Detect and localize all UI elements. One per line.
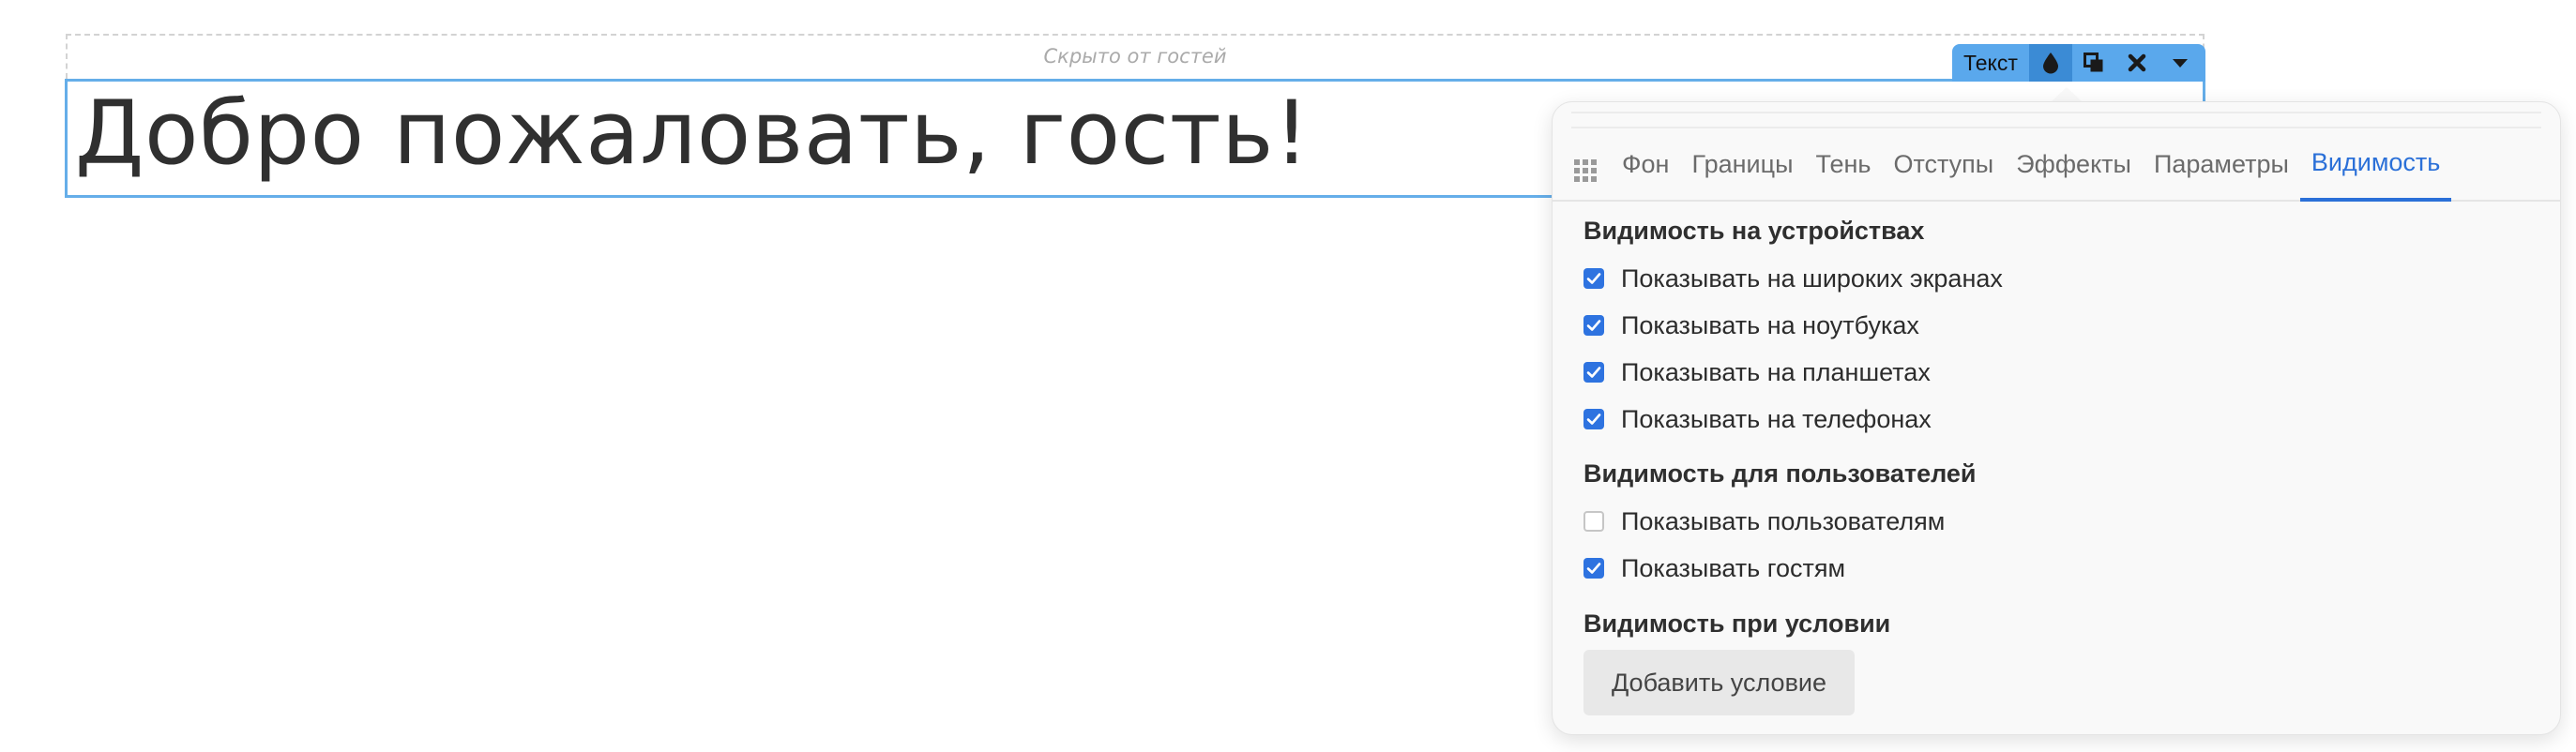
checkbox-show-guests[interactable]: [1583, 558, 1604, 579]
checkbox-laptops[interactable]: [1583, 315, 1604, 336]
delete-button[interactable]: [2115, 44, 2159, 82]
more-button[interactable]: [2159, 44, 2202, 82]
users-visibility-title: Видимость для пользователей: [1583, 459, 1977, 488]
panel-pointer: [2051, 87, 2083, 102]
checkbox-show-users[interactable]: [1583, 511, 1604, 532]
option-label: Показывать гостям: [1621, 553, 1846, 582]
option-wide-screens[interactable]: Показывать на широких экранах: [1583, 263, 2003, 294]
tab-background[interactable]: Фон: [1611, 149, 1680, 200]
grid-icon[interactable]: [1573, 158, 1598, 183]
option-label: Показывать на широких экранах: [1621, 263, 2003, 293]
hidden-from-guests-zone: Скрыто от гостей: [66, 34, 2205, 79]
close-icon: [2128, 53, 2146, 72]
tab-borders[interactable]: Границы: [1680, 149, 1804, 200]
checkbox-phones[interactable]: [1583, 409, 1604, 429]
checkbox-wide-screens[interactable]: [1583, 268, 1604, 289]
option-label: Показывать на планшетах: [1621, 357, 1931, 386]
block-type-label[interactable]: Текст: [1952, 44, 2029, 82]
option-label: Показывать на ноутбуках: [1621, 310, 1919, 339]
checkbox-tablets[interactable]: [1583, 362, 1604, 383]
tab-spacing[interactable]: Отступы: [1882, 149, 2005, 200]
tab-shadow[interactable]: Тень: [1804, 149, 1882, 200]
tab-effects[interactable]: Эффекты: [2005, 149, 2143, 200]
option-show-guests[interactable]: Показывать гостям: [1583, 552, 1845, 584]
option-label: Показывать на телефонах: [1621, 404, 1932, 433]
duplicate-icon: [2083, 53, 2104, 73]
panel-drag-handle[interactable]: [1571, 112, 2541, 128]
greeting-heading[interactable]: Добро пожаловать, гость!: [75, 82, 1310, 187]
add-condition-button[interactable]: Добавить условие: [1583, 650, 1855, 715]
condition-visibility-title: Видимость при условии: [1583, 609, 1891, 638]
option-label: Показывать пользователям: [1621, 506, 1946, 535]
drop-icon: [2042, 52, 2059, 74]
option-phones[interactable]: Показывать на телефонах: [1583, 403, 1932, 435]
duplicate-button[interactable]: [2072, 44, 2115, 82]
caret-down-icon: [2172, 57, 2189, 68]
block-toolbar: Текст: [1952, 44, 2205, 82]
hidden-from-guests-label: Скрыто от гостей: [1043, 45, 1227, 68]
visibility-settings-panel: Фон Границы Тень Отступы Эффекты Парамет…: [1552, 101, 2561, 735]
style-button[interactable]: [2028, 44, 2072, 82]
settings-tabs: Фон Границы Тень Отступы Эффекты Парамет…: [1553, 143, 2560, 202]
devices-visibility-title: Видимость на устройствах: [1583, 217, 1925, 245]
option-laptops[interactable]: Показывать на ноутбуках: [1583, 309, 1919, 341]
tab-visibility[interactable]: Видимость: [2299, 147, 2452, 202]
option-show-users[interactable]: Показывать пользователям: [1583, 505, 1945, 537]
option-tablets[interactable]: Показывать на планшетах: [1583, 356, 1931, 388]
tab-parameters[interactable]: Параметры: [2143, 149, 2300, 200]
